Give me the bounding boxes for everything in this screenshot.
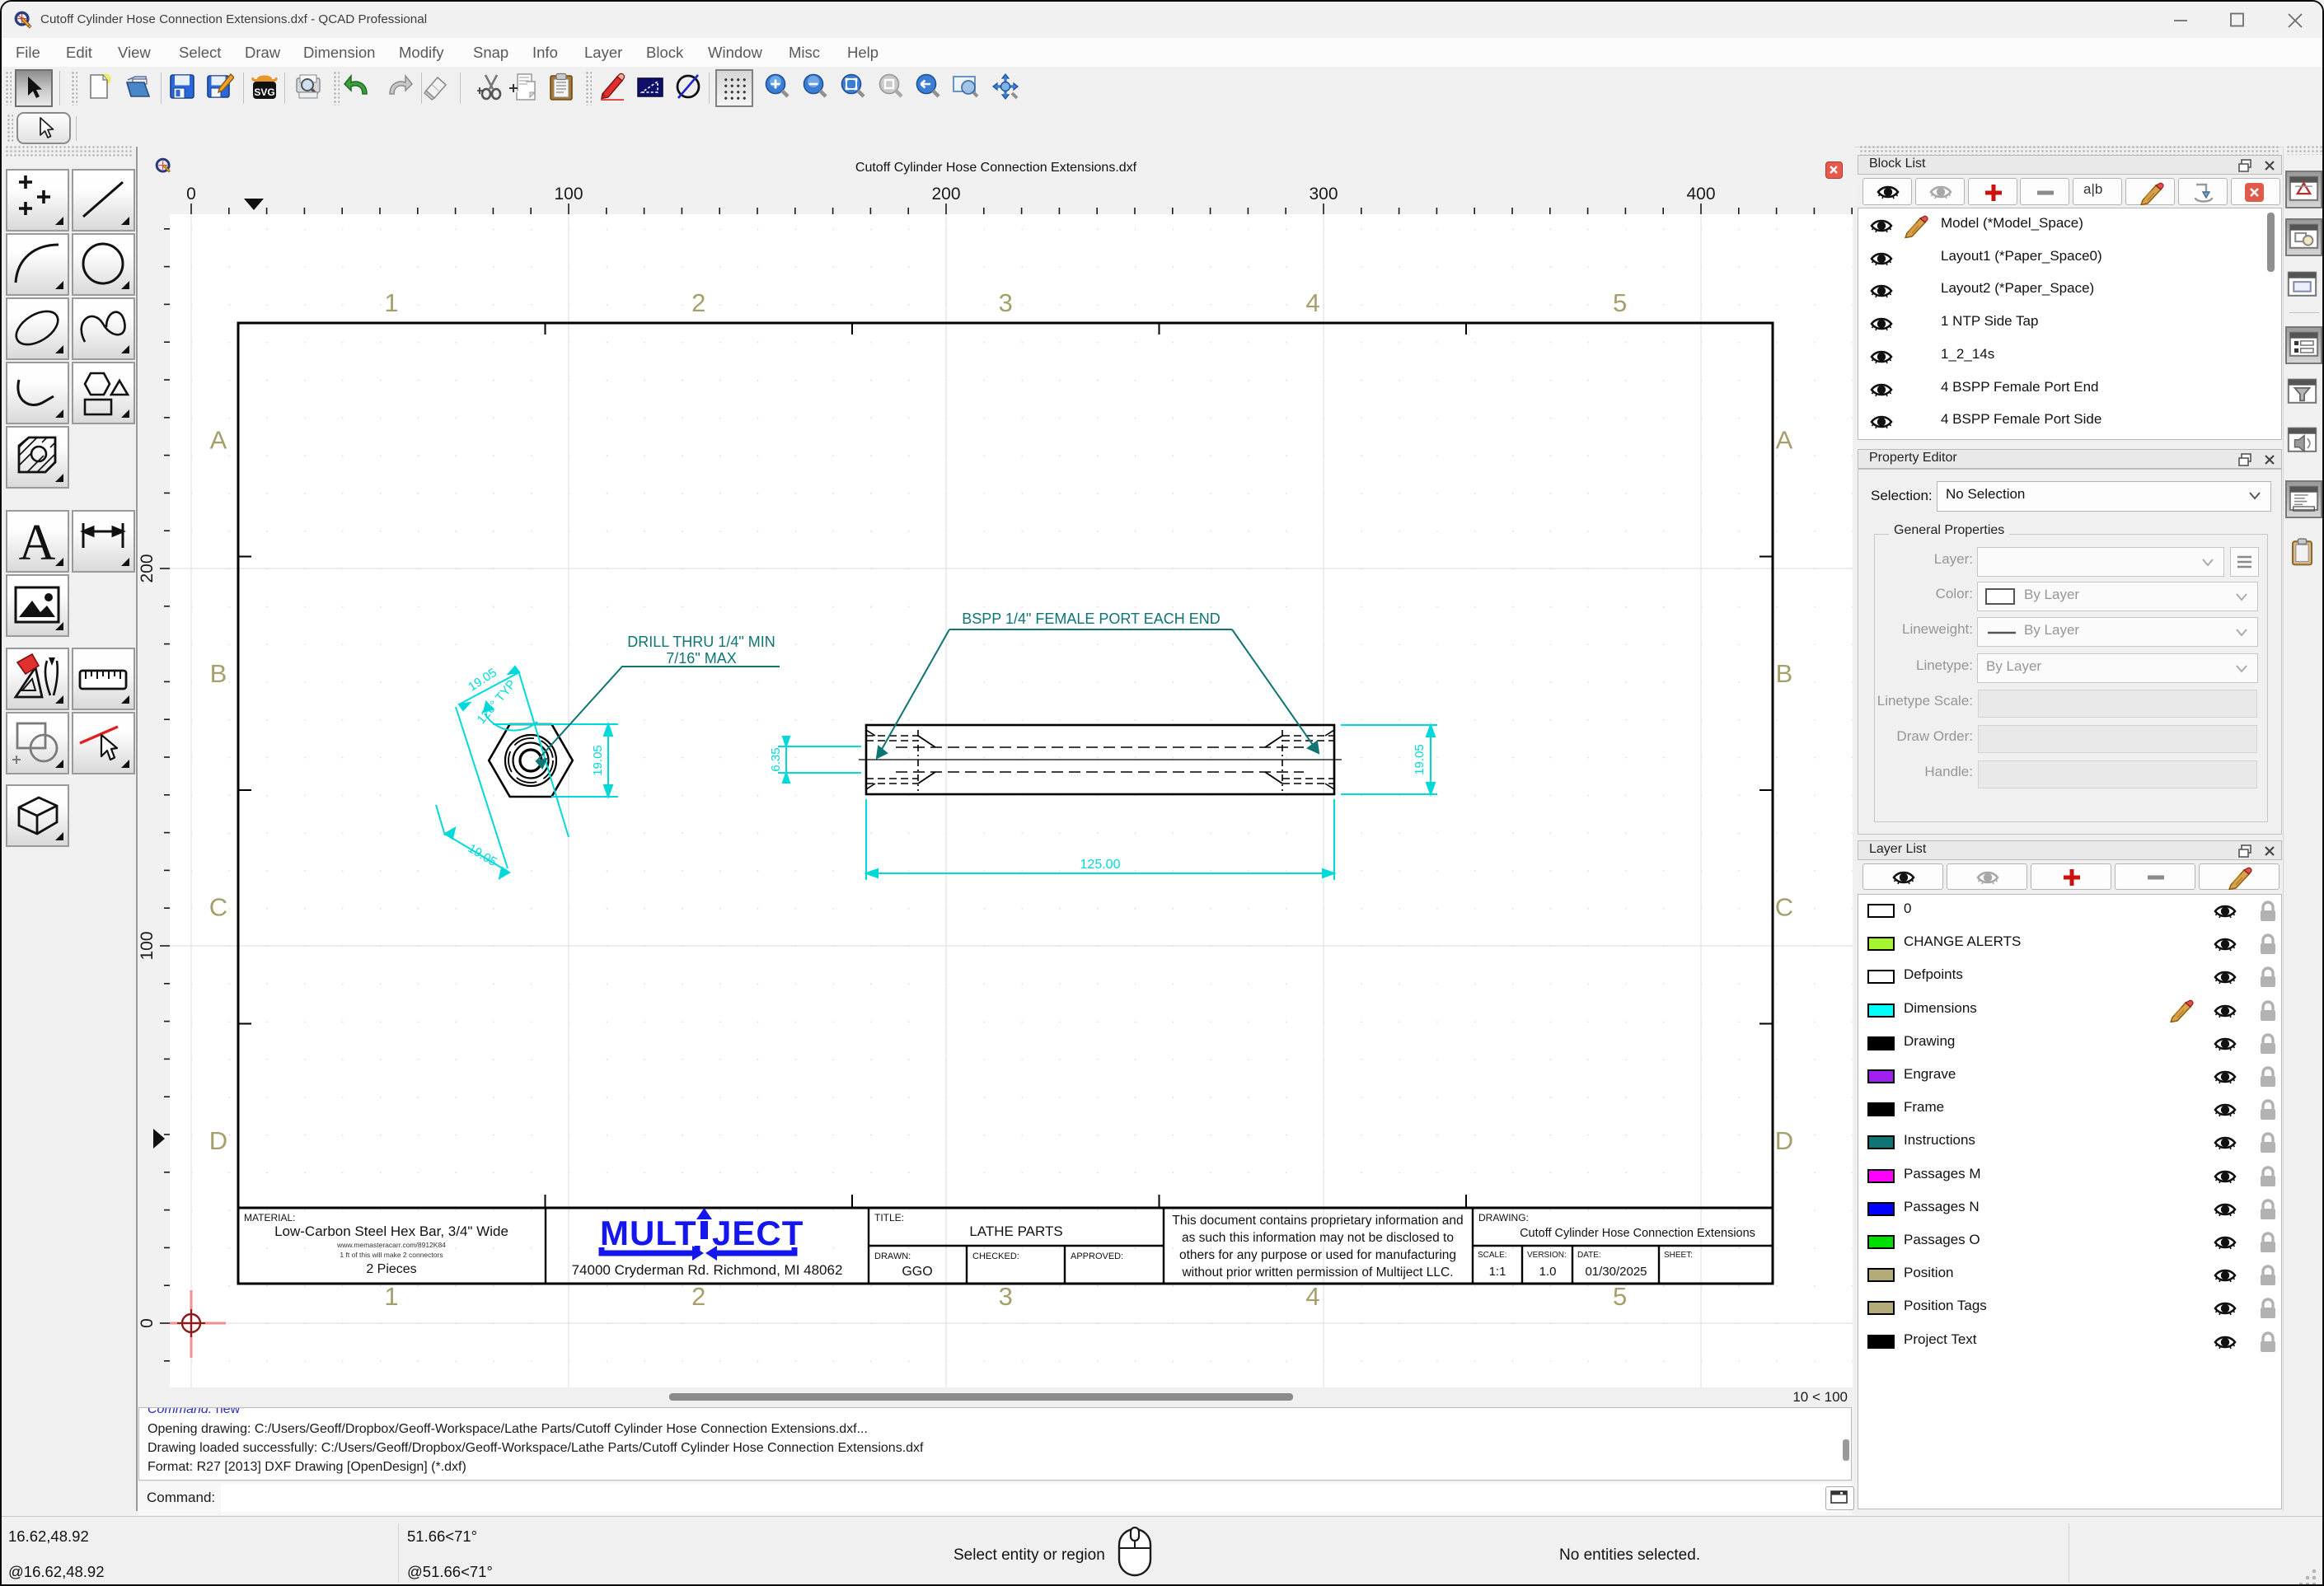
svg-text:BSPP 1/4" FEMALE PORT EACH END: BSPP 1/4" FEMALE PORT EACH END — [962, 611, 1221, 627]
svg-text:19.05: 19.05 — [591, 745, 605, 776]
svg-text:GGO: GGO — [902, 1265, 932, 1279]
svg-text:as such this information may n: as such this information may not be disc… — [1182, 1231, 1454, 1245]
svg-text:DRAWN:: DRAWN: — [874, 1251, 911, 1261]
svg-text:B: B — [210, 659, 227, 688]
svg-text:3: 3 — [999, 288, 1013, 317]
svg-text:7/16" MAX: 7/16" MAX — [666, 650, 736, 667]
svg-text:C: C — [209, 893, 227, 922]
svg-text:2 Pieces: 2 Pieces — [366, 1262, 416, 1276]
svg-text:without prior written permissi: without prior written permission of Mult… — [1181, 1266, 1453, 1280]
svg-text:1 ft of this will make 2 conne: 1 ft of this will make 2 connectors — [340, 1251, 443, 1259]
svg-text:4: 4 — [1305, 1282, 1319, 1311]
svg-text:others for any purpose or used: others for any purpose or used for manuf… — [1179, 1248, 1456, 1262]
svg-text:125.00: 125.00 — [1080, 858, 1121, 872]
svg-text:2: 2 — [691, 1282, 705, 1311]
svg-text:MATERIAL:: MATERIAL: — [244, 1212, 295, 1223]
svg-text:SCALE:: SCALE: — [1478, 1251, 1507, 1260]
svg-text:DRILL THRU 1/4" MIN: DRILL THRU 1/4" MIN — [627, 634, 775, 650]
svg-text:2: 2 — [691, 288, 705, 317]
svg-text:LATHE PARTS: LATHE PARTS — [969, 1223, 1062, 1239]
svg-text:Cutoff Cylinder Hose Connectio: Cutoff Cylinder Hose Connection Extensio… — [1520, 1227, 1755, 1240]
svg-text:3: 3 — [999, 1282, 1013, 1311]
svg-text:100: 100 — [138, 931, 157, 960]
svg-text:100: 100 — [554, 185, 583, 204]
svg-text:0: 0 — [138, 1318, 157, 1328]
svg-text:A: A — [1776, 426, 1793, 455]
svg-text:400: 400 — [1686, 185, 1715, 204]
svg-text:C: C — [1775, 893, 1793, 922]
svg-text:1: 1 — [384, 288, 398, 317]
svg-text:MULT: MULT — [600, 1214, 697, 1252]
svg-text:1: 1 — [384, 1282, 398, 1311]
svg-text:B: B — [1776, 659, 1793, 688]
svg-text:A: A — [19, 515, 56, 571]
svg-text:Low-Carbon Steel Hex Bar, 3/4": Low-Carbon Steel Hex Bar, 3/4" Wide — [274, 1223, 508, 1239]
svg-text:SVG: SVG — [254, 87, 274, 98]
svg-text:D: D — [209, 1126, 227, 1155]
svg-text:TITLE:: TITLE: — [874, 1212, 904, 1223]
svg-text:74000 Cryderman Rd. Richmond,: 74000 Cryderman Rd. Richmond, MI 48062 — [572, 1262, 843, 1278]
svg-text:VERSION:: VERSION: — [1527, 1251, 1567, 1260]
svg-text:4: 4 — [1305, 288, 1319, 317]
svg-text:D: D — [1775, 1126, 1793, 1155]
svg-text:01/30/2025: 01/30/2025 — [1585, 1265, 1647, 1279]
svg-text:DRAWING:: DRAWING: — [1478, 1212, 1529, 1223]
svg-text:JECT: JECT — [712, 1214, 804, 1252]
svg-text:5: 5 — [1613, 288, 1627, 317]
svg-text:DATE:: DATE: — [1577, 1251, 1601, 1260]
svg-text:0: 0 — [186, 185, 196, 204]
svg-text:This document contains proprie: This document contains proprietary infor… — [1172, 1214, 1463, 1228]
svg-text:www.memasteracarr.com/8912K84: www.memasteracarr.com/8912K84 — [336, 1241, 446, 1249]
svg-text:A: A — [210, 426, 227, 455]
svg-text:200: 200 — [138, 554, 157, 582]
svg-text:1.0: 1.0 — [1539, 1265, 1557, 1279]
svg-text:1:1: 1:1 — [1489, 1265, 1506, 1279]
svg-text:19.05: 19.05 — [1413, 744, 1427, 775]
svg-text:6.35: 6.35 — [769, 747, 783, 771]
svg-text:SHEET:: SHEET: — [1664, 1251, 1693, 1260]
svg-text:5: 5 — [1613, 1282, 1627, 1311]
svg-text:CHECKED:: CHECKED: — [972, 1251, 1019, 1261]
svg-text:200: 200 — [931, 185, 960, 204]
svg-text:300: 300 — [1309, 185, 1338, 204]
svg-text:APPROVED:: APPROVED: — [1071, 1251, 1123, 1261]
